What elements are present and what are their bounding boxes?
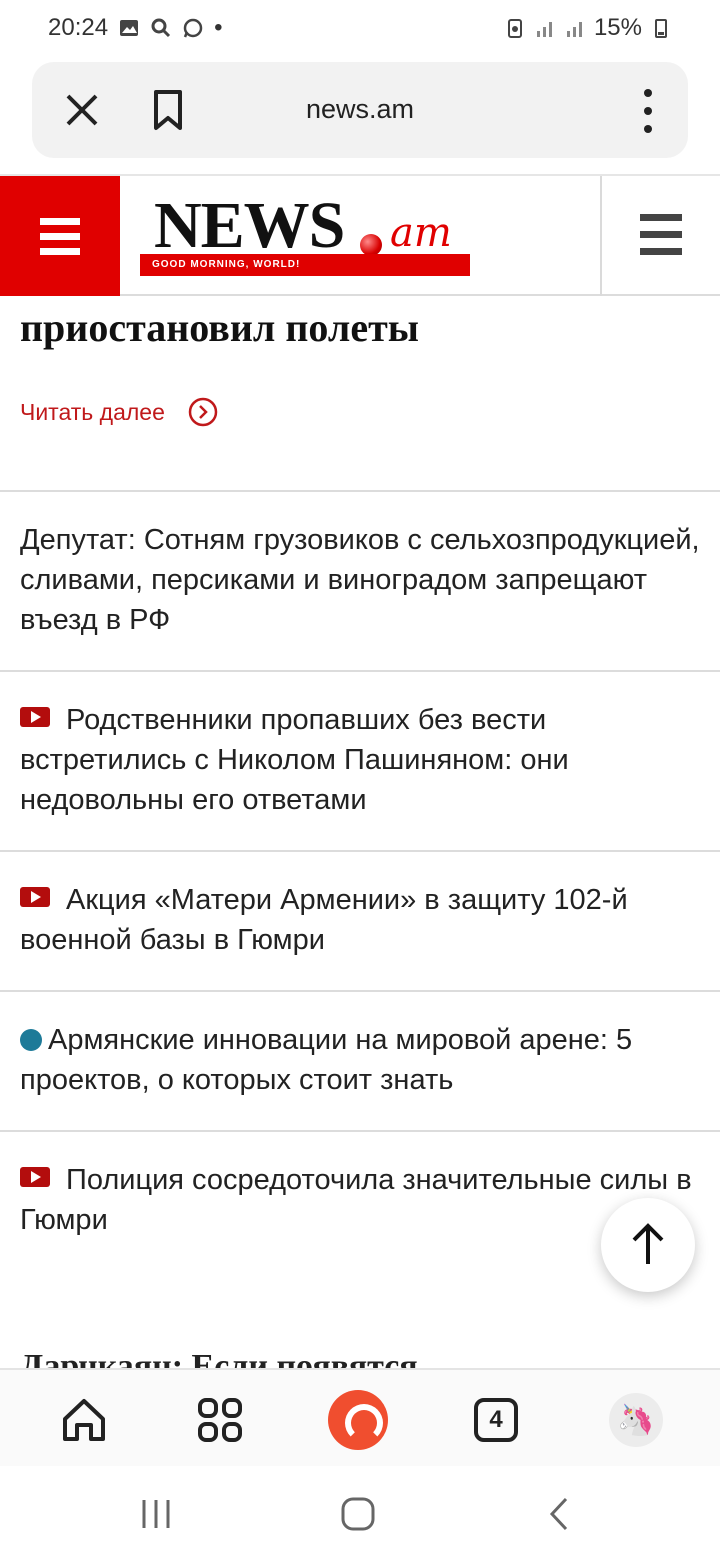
site-menu-button[interactable] bbox=[640, 214, 682, 258]
signal-icon-2 bbox=[566, 22, 582, 37]
system-home-icon[interactable] bbox=[338, 1494, 378, 1534]
read-more-link[interactable]: Читать далее bbox=[20, 396, 219, 428]
profile-button[interactable]: 🦄 bbox=[606, 1390, 666, 1450]
blue-dot-icon bbox=[20, 1029, 42, 1051]
video-icon bbox=[20, 1167, 50, 1187]
back-icon[interactable] bbox=[540, 1494, 580, 1534]
alice-icon bbox=[328, 1390, 388, 1450]
home-icon bbox=[63, 1399, 105, 1441]
tabs-count: 4 bbox=[474, 1398, 518, 1442]
news-item-title: Акция «Матери Армении» в защиту 102-й во… bbox=[20, 884, 628, 956]
battery-percent: 15% bbox=[593, 14, 642, 41]
news-item[interactable]: Акция «Матери Армении» в защиту 102-й во… bbox=[0, 850, 720, 990]
scroll-to-top-button[interactable] bbox=[601, 1198, 695, 1292]
avatar-icon: 🦄 bbox=[609, 1393, 663, 1447]
menu-line-icon bbox=[40, 218, 80, 225]
system-navigation-bar bbox=[0, 1466, 720, 1560]
site-logo[interactable]: NEWS am GOOD MORNING, WORLD! bbox=[140, 189, 480, 280]
services-button[interactable] bbox=[190, 1390, 250, 1450]
logo-dot bbox=[360, 234, 382, 256]
video-icon bbox=[20, 887, 50, 907]
chevron-circle-right-icon bbox=[188, 397, 218, 427]
news-item-title: Депутат: Сотням грузовиков с сельхозпрод… bbox=[20, 524, 700, 636]
menu-line-icon bbox=[40, 233, 80, 240]
news-item[interactable]: Армянские инновации на мировой арене: 5 … bbox=[0, 990, 720, 1130]
top-headline[interactable]: приостановил полеты bbox=[20, 304, 419, 351]
site-header: NEWS am GOOD MORNING, WORLD! bbox=[0, 174, 720, 296]
news-item[interactable]: Родственники пропавших без вести встрети… bbox=[0, 670, 720, 850]
address-bar[interactable]: news.am bbox=[32, 62, 688, 158]
header-divider bbox=[600, 176, 602, 296]
menu-line-icon bbox=[640, 214, 682, 221]
signal-icon-1 bbox=[536, 22, 552, 37]
battery-icon bbox=[655, 19, 667, 38]
video-icon bbox=[20, 707, 50, 727]
logo-suffix: am bbox=[390, 210, 452, 256]
partial-headline[interactable]: Дарчкаян: Если появятся bbox=[20, 1348, 418, 1368]
tabs-button[interactable]: 4 bbox=[466, 1390, 526, 1450]
read-more-label: Читать далее bbox=[20, 398, 165, 425]
url-text[interactable]: news.am bbox=[32, 94, 688, 125]
news-item[interactable]: Депутат: Сотням грузовиков с сельхозпрод… bbox=[0, 490, 720, 670]
news-item-title: Полиция сосредоточила значительные силы … bbox=[20, 1164, 692, 1236]
sections-menu-button[interactable] bbox=[0, 176, 120, 296]
grid-icon bbox=[198, 1398, 242, 1442]
recent-apps-icon[interactable] bbox=[136, 1494, 176, 1534]
data-saver-icon bbox=[507, 19, 522, 38]
gallery-notification-icon bbox=[120, 20, 139, 36]
search-notification-icon bbox=[151, 18, 171, 38]
alice-assistant-button[interactable] bbox=[328, 1390, 388, 1450]
logo-word: NEWS bbox=[154, 189, 345, 262]
status-time: 20:24 bbox=[48, 14, 109, 41]
news-item-title: Родственники пропавших без вести встрети… bbox=[20, 704, 569, 816]
more-vert-icon[interactable] bbox=[638, 86, 658, 136]
status-bar: 20:24 • 15% bbox=[0, 0, 720, 56]
news-item-title: Армянские инновации на мировой арене: 5 … bbox=[20, 1024, 633, 1096]
status-notification-dot: • bbox=[214, 14, 223, 41]
arrow-up-icon bbox=[632, 1223, 664, 1264]
logo-tagline: GOOD MORNING, WORLD! bbox=[140, 254, 470, 276]
menu-line-icon bbox=[640, 248, 682, 255]
browser-bottom-bar: 4 🦄 bbox=[0, 1368, 720, 1466]
menu-line-icon bbox=[40, 248, 80, 255]
menu-line-icon bbox=[640, 231, 682, 238]
home-button[interactable] bbox=[54, 1390, 114, 1450]
news-feed: приостановил полеты Читать далее Депутат… bbox=[0, 296, 720, 1368]
whatsapp-notification-icon bbox=[183, 18, 203, 38]
